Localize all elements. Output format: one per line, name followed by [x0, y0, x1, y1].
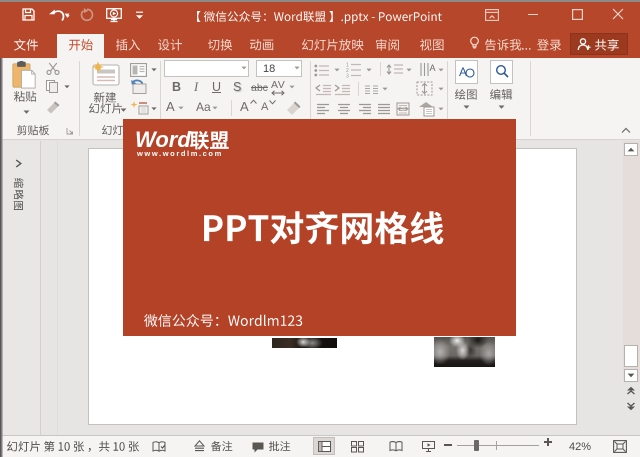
svg-text:3: 3: [346, 74, 349, 80]
svg-text:A: A: [430, 63, 436, 73]
